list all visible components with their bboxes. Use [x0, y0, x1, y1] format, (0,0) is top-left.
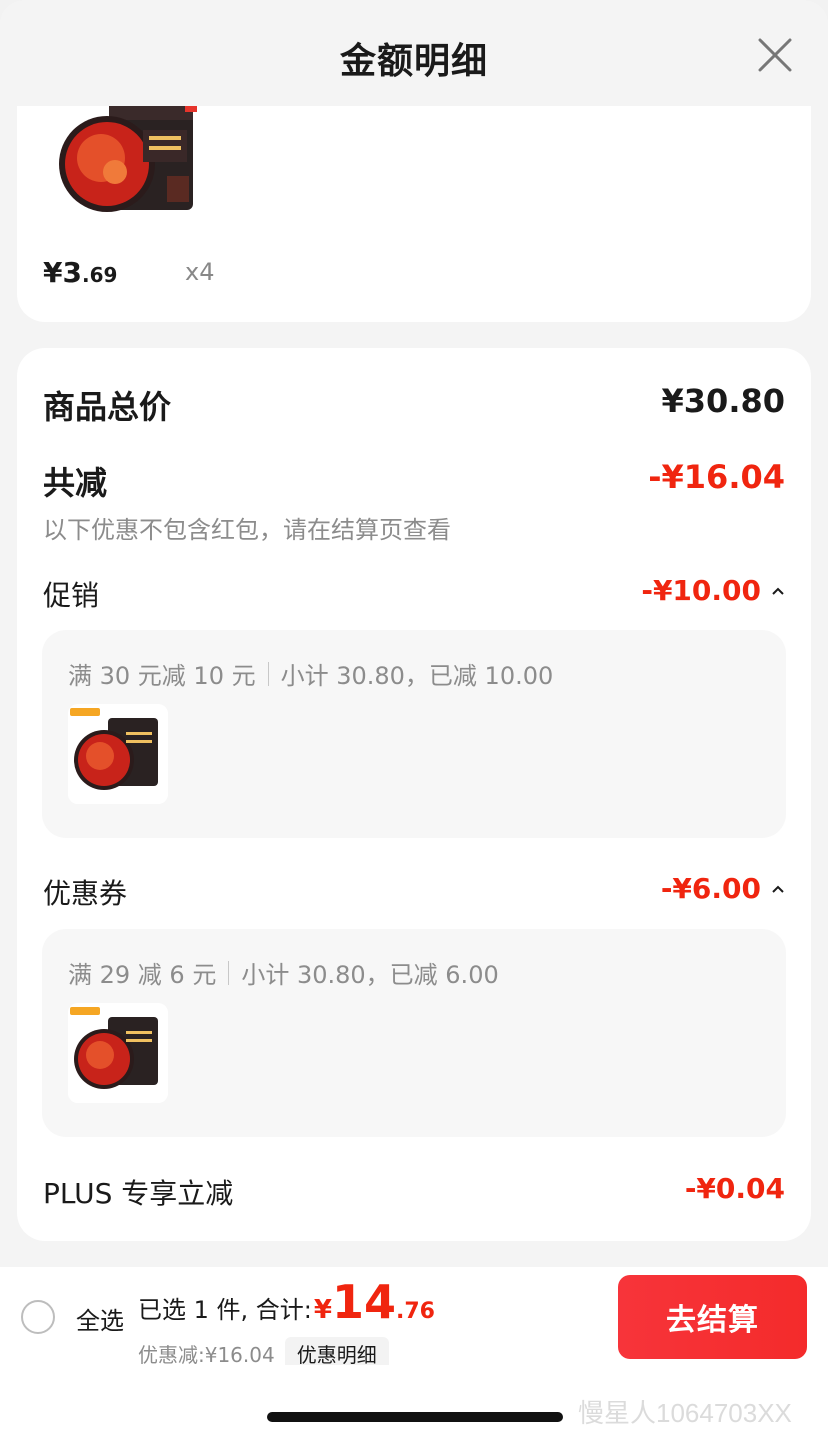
price-decimal: .69	[81, 263, 118, 287]
sheet-header: 金额明细	[0, 0, 828, 106]
close-icon[interactable]	[756, 36, 794, 74]
plus-value: -¥0.04	[684, 1172, 785, 1205]
total-integer: 14	[331, 1275, 396, 1329]
coupon-value-group: -¥6.00	[661, 872, 785, 905]
chevron-up-icon[interactable]	[771, 584, 785, 598]
product-unit-price: ¥3.69	[43, 256, 117, 289]
coupon-subtotal: 小计 30.80，已减 6.00	[241, 961, 499, 989]
promotion-subtotal: 小计 30.80，已减 10.00	[280, 662, 554, 690]
watermark: 慢星人1064703XX	[578, 1398, 792, 1428]
total-currency: ¥	[313, 1295, 332, 1325]
select-all-checkbox[interactable]	[21, 1300, 55, 1334]
promotion-value: -¥10.00	[641, 574, 761, 607]
promotion-label: 促销	[43, 579, 100, 612]
total-price-value: ¥30.80	[661, 382, 785, 420]
product-image[interactable]	[57, 102, 217, 218]
reduce-note: 以下优惠不包含红包，请在结算页查看	[43, 516, 451, 544]
coupon-detail-box: 满 29 减 6 元 小计 30.80，已减 6.00	[42, 929, 786, 1137]
coupon-label: 优惠券	[43, 877, 128, 910]
amount-detail-sheet: 金额明细 ¥3.69 x4 商品总价 ¥30.80 共减 -¥16.04 以下优…	[0, 0, 828, 1439]
coupon-product-thumbnail[interactable]	[68, 1003, 168, 1103]
coupon-value: -¥6.00	[660, 872, 761, 905]
coupon-row[interactable]: 优惠券 -¥6.00	[43, 872, 785, 912]
selected-count-text: 已选 1 件, 合计:	[138, 1296, 312, 1324]
total-price-label: 商品总价	[43, 388, 172, 426]
chevron-up-icon[interactable]	[771, 882, 785, 896]
product-quantity: x4	[185, 258, 215, 286]
promotion-value-group: -¥10.00	[641, 574, 785, 607]
coupon-rule-line: 满 29 减 6 元 小计 30.80，已减 6.00	[68, 955, 499, 990]
price-integer: ¥3	[43, 256, 82, 289]
promotion-product-thumbnail[interactable]	[68, 704, 168, 804]
plus-discount-row: PLUS 专享立减 -¥0.04	[43, 1172, 785, 1212]
divider	[267, 661, 269, 686]
selected-summary: 已选 1 件, 合计: ¥ 14 .76	[138, 1279, 435, 1325]
coupon-rule: 满 29 减 6 元	[68, 961, 217, 989]
saving-text: 优惠减:¥16.04	[138, 1343, 275, 1367]
plus-label: PLUS 专享立减	[43, 1177, 234, 1210]
home-indicator[interactable]	[267, 1412, 563, 1422]
select-all-label[interactable]: 全选	[76, 1301, 124, 1336]
checkout-bar: 全选 已选 1 件, 合计: ¥ 14 .76 优惠减:¥16.04 优惠明细 …	[0, 1267, 828, 1370]
total-decimal: .76	[395, 1299, 435, 1324]
checkout-button[interactable]: 去结算	[618, 1275, 807, 1359]
total-price-row: 商品总价 ¥30.80	[43, 382, 785, 428]
home-indicator-area: 慢星人1064703XX	[0, 1365, 828, 1439]
promotion-rule: 满 30 元减 10 元	[68, 662, 256, 690]
total-reduce-row: 共减 -¥16.04	[43, 458, 785, 504]
product-card: ¥3.69 x4	[17, 102, 811, 322]
sheet-title: 金额明细	[339, 41, 488, 82]
total-reduce-label: 共减	[43, 464, 108, 502]
promotion-detail-box: 满 30 元减 10 元 小计 30.80，已减 10.00	[42, 630, 786, 838]
promotion-rule-line: 满 30 元减 10 元 小计 30.80，已减 10.00	[68, 656, 553, 691]
promotion-row[interactable]: 促销 -¥10.00	[43, 574, 785, 614]
discount-summary-card: 商品总价 ¥30.80 共减 -¥16.04 以下优惠不包含红包，请在结算页查看…	[17, 348, 811, 1241]
divider	[228, 960, 230, 985]
total-reduce-value: -¥16.04	[648, 458, 785, 496]
